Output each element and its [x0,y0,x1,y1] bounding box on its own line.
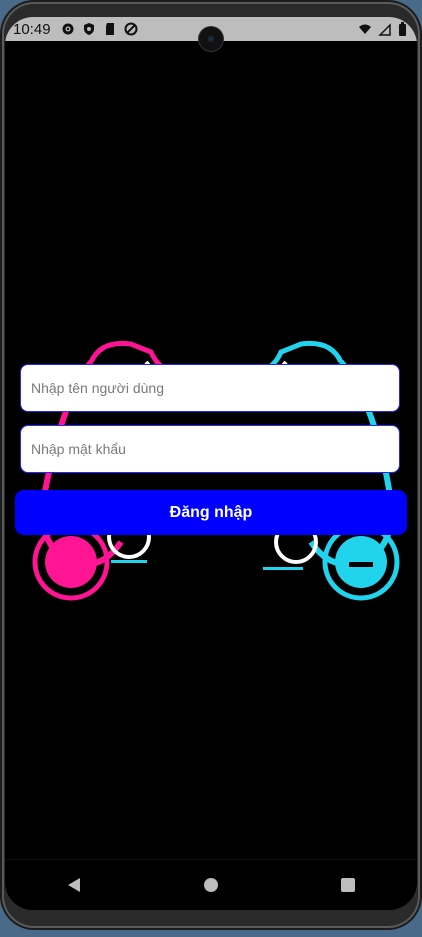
phone-screen: 10:49 Nhập tên người dùng Nhập mật khẩu … [5,17,417,910]
navigation-bar [5,859,417,910]
login-button-label: Đăng nhập [169,503,253,521]
password-placeholder: Nhập mật khẩu [31,441,126,457]
recents-icon [341,878,356,892]
status-left-icons [61,22,138,36]
front-camera [199,27,223,51]
home-button[interactable] [191,865,231,905]
username-placeholder: Nhập tên người dùng [31,380,164,396]
username-input[interactable]: Nhập tên người dùng [20,364,400,412]
wifi-icon [359,24,371,34]
status-right-icons [358,22,407,36]
sd-card-icon [105,23,114,35]
password-input[interactable]: Nhập mật khẩu [20,425,400,473]
gear-icon [62,23,74,35]
battery-icon [399,22,406,36]
shield-icon [83,23,94,35]
recents-button[interactable] [328,865,368,905]
back-icon [67,878,80,892]
status-time: 10:49 [13,20,51,38]
do-not-disturb-icon [124,22,138,36]
login-button[interactable]: Đăng nhập [15,490,407,535]
cellular-signal-icon [378,23,391,36]
home-icon [203,878,218,892]
back-button[interactable] [54,865,94,905]
